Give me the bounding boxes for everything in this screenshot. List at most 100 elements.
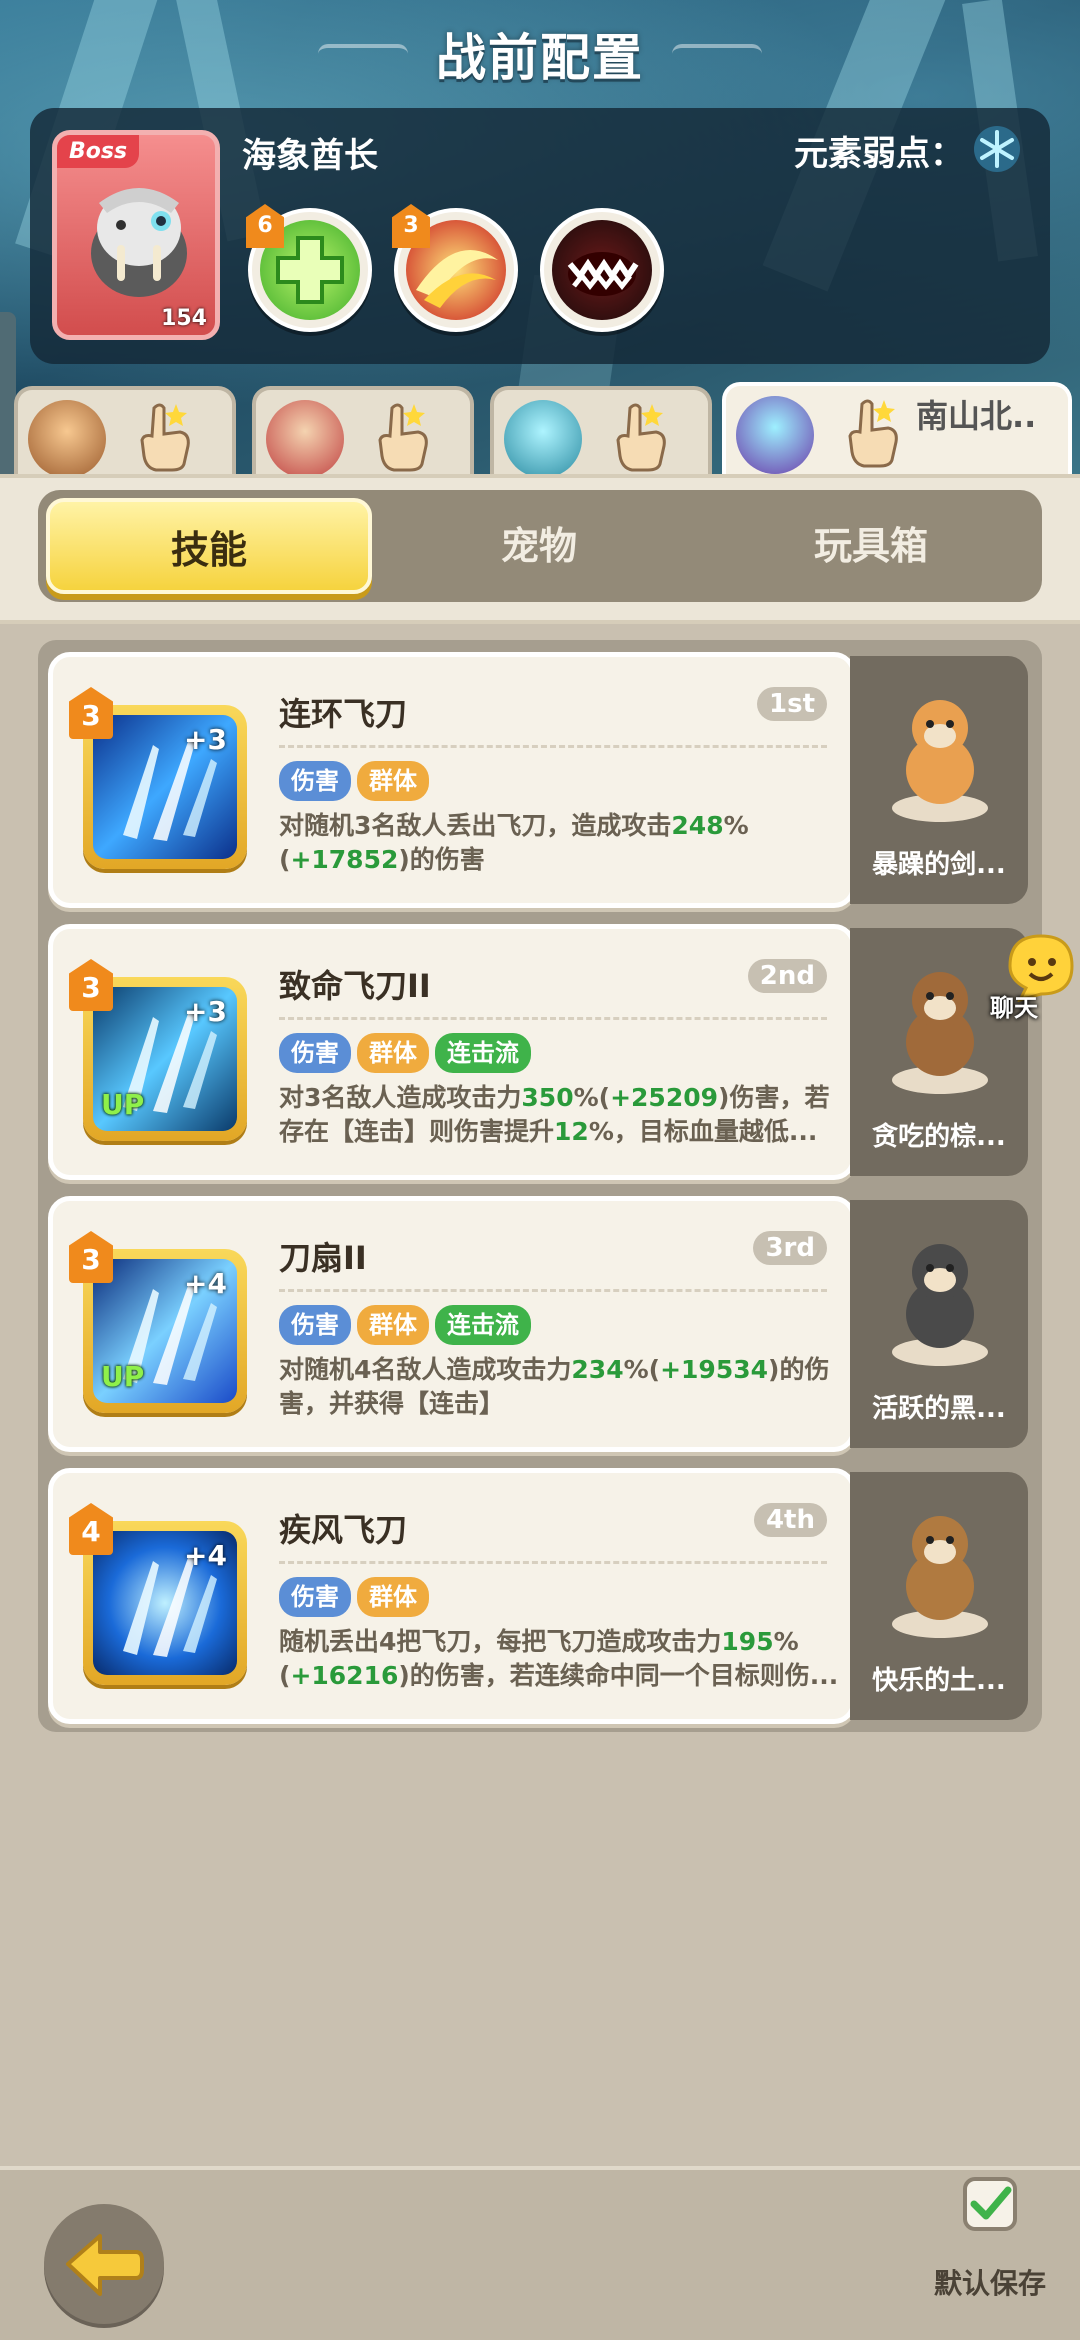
hero-tab-3[interactable] (490, 386, 712, 480)
back-arrow-icon (66, 2234, 144, 2296)
skill-description-text: %( (573, 1083, 611, 1112)
hero-tab-1[interactable] (14, 386, 236, 480)
divider (279, 1561, 827, 1564)
skill-tag: 伤害 (279, 1305, 351, 1345)
pet-name: 暴躁的剑... (872, 850, 1006, 880)
hero-redhair-avatar (266, 400, 344, 478)
hero-tab-4[interactable]: 南山北.. (722, 382, 1072, 482)
skill-tag: 连击流 (435, 1033, 531, 1073)
skill-level-badge: 4 (69, 1503, 113, 1555)
tab-pets[interactable]: 宠物 (376, 498, 702, 594)
pet-card[interactable]: 快乐的土... (850, 1472, 1028, 1720)
hero-purple-avatar (736, 396, 814, 474)
skill-up-badge: UP (101, 1360, 145, 1393)
hero-bearded-avatar (28, 400, 106, 478)
skill-value-highlight: 350 (521, 1083, 574, 1112)
skill-description: 对3名敌人造成攻击力350%(+25209)伤害，若存在【连击】则伤害提升12%… (279, 1081, 841, 1183)
monster-maw-icon (567, 252, 639, 296)
skill-rank-badge: 4th (753, 1503, 827, 1537)
skill-card[interactable]: +4 4 疾风飞刀 4th 伤害 群体 随机丢出4把飞刀，每把飞刀造成攻击力195… (48, 1468, 856, 1724)
hero-tab-2[interactable] (252, 386, 474, 480)
boss-info-panel: Boss 154 海象酋长 元素弱点： 6 3 (30, 108, 1050, 364)
skill-rank-badge: 1st (757, 687, 827, 721)
skill-plus: +3 (184, 723, 227, 756)
skill-card[interactable]: +3 UP 3 致命飞刀II 2nd 伤害 群体 连击流 对3名敌人造成攻击力350… (48, 924, 856, 1180)
skill-description-text: %，目标血量越低... (588, 1117, 818, 1146)
skill-level-badge: 3 (69, 959, 113, 1011)
default-save-label: 默认保存 (934, 2267, 1047, 2300)
pet-figure-icon (892, 1516, 988, 1638)
pet-name: 活跃的黑... (872, 1394, 1006, 1424)
skill-card[interactable]: +4 UP 3 刀扇II 3rd 伤害 群体 连击流 对随机4名敌人造成攻击力234… (48, 1196, 856, 1452)
skill-tags: 伤害 群体 (279, 1577, 429, 1617)
walrus-chief-icon (91, 188, 187, 297)
boss-skill-fire[interactable]: 3 (392, 204, 518, 332)
boss-skill-count: 3 (392, 204, 430, 248)
skill-level-badge: 3 (69, 687, 113, 739)
skill-title: 刀扇II (279, 1239, 367, 1277)
skill-description-text: )的伤害 (398, 845, 485, 874)
boss-level: 154 (161, 306, 207, 331)
pet-card[interactable]: 暴躁的剑... (850, 656, 1028, 904)
skill-description-text: )的伤害，若连续命中同一个目标则伤... (398, 1661, 839, 1690)
skill-value-highlight: 248 (671, 811, 724, 840)
skill-tags: 伤害 群体 连击流 (279, 1033, 531, 1073)
skill-tag: 伤害 (279, 1577, 351, 1617)
skill-value-highlight: +16216 (290, 1661, 399, 1690)
boss-tag: Boss (57, 135, 140, 168)
skill-value-highlight: 234 (571, 1355, 624, 1384)
skill-rank-badge: 2nd (747, 959, 827, 993)
skill-title: 连环飞刀 (279, 695, 408, 733)
boss-name: 海象酋长 (242, 136, 378, 176)
pet-name: 快乐的土... (872, 1666, 1006, 1696)
skill-description-text: %( (623, 1355, 661, 1384)
skill-tag: 群体 (357, 1033, 429, 1073)
skill-tag: 群体 (357, 1577, 429, 1617)
pointing-hand-icon (848, 399, 898, 468)
skill-description: 随机丢出4把飞刀，每把飞刀造成攻击力195%(+16216)的伤害，若连续命中同… (279, 1625, 841, 1727)
boss-portrait-card[interactable]: Boss 154 (52, 130, 220, 340)
skill-tags: 伤害 群体 连击流 (279, 1305, 531, 1345)
tab-skills[interactable]: 技能 (46, 498, 372, 594)
hero-cyan-avatar (504, 400, 582, 478)
pointing-hand-icon (140, 403, 190, 472)
page-title: 战前配置 (436, 29, 644, 87)
skill-description: 对随机3名敌人丢出飞刀，造成攻击248%(+17852)的伤害 (279, 809, 841, 911)
pointing-hand-icon (378, 403, 428, 472)
skill-plus: +4 (184, 1539, 227, 1572)
skill-description-text: 随机丢出4把飞刀，每把飞刀造成攻击力 (279, 1627, 722, 1656)
skill-rank-badge: 3rd (753, 1231, 827, 1265)
pet-figure-icon (892, 1244, 988, 1366)
skill-plus: +4 (184, 1267, 227, 1300)
skill-tag: 群体 (357, 761, 429, 801)
chat-button[interactable]: 聊天 (980, 932, 1080, 1032)
chat-label: 聊天 (990, 994, 1038, 1022)
skill-tag: 连击流 (435, 1305, 531, 1345)
skill-tags: 伤害 群体 (279, 761, 429, 801)
skill-value-highlight: 12 (554, 1117, 589, 1146)
skill-tag: 伤害 (279, 761, 351, 801)
skill-description-text: 对随机4名敌人造成攻击力 (279, 1355, 572, 1384)
pointing-hand-icon (616, 403, 666, 472)
pet-name: 贪吃的棕... (872, 1122, 1006, 1152)
boss-skill-maw[interactable] (540, 208, 664, 332)
boss-skill-count: 6 (246, 204, 284, 248)
skill-up-badge: UP (101, 1088, 145, 1121)
tab-toybox[interactable]: 玩具箱 (708, 498, 1034, 594)
skill-card[interactable]: +3 3 连环飞刀 1st 伤害 群体 对随机3名敌人丢出飞刀，造成攻击248%(… (48, 652, 856, 908)
skill-plus: +3 (184, 995, 227, 1028)
back-button[interactable] (44, 2204, 164, 2324)
snowflake-icon (974, 126, 1020, 172)
skill-tag: 伤害 (279, 1033, 351, 1073)
boss-skill-heal[interactable]: 6 (246, 204, 372, 332)
divider (279, 1017, 827, 1020)
checkbox-checked-icon[interactable] (962, 2176, 1018, 2232)
skill-value-highlight: 195 (721, 1627, 774, 1656)
skill-value-highlight: +19534 (660, 1355, 769, 1384)
pet-card[interactable]: 活跃的黑... (850, 1200, 1028, 1448)
element-weakness-label: 元素弱点： (794, 134, 964, 174)
divider (279, 745, 827, 748)
skill-value-highlight: +25209 (610, 1083, 719, 1112)
skill-description-text: 对3名敌人造成攻击力 (279, 1083, 522, 1112)
skill-value-highlight: +17852 (290, 845, 399, 874)
